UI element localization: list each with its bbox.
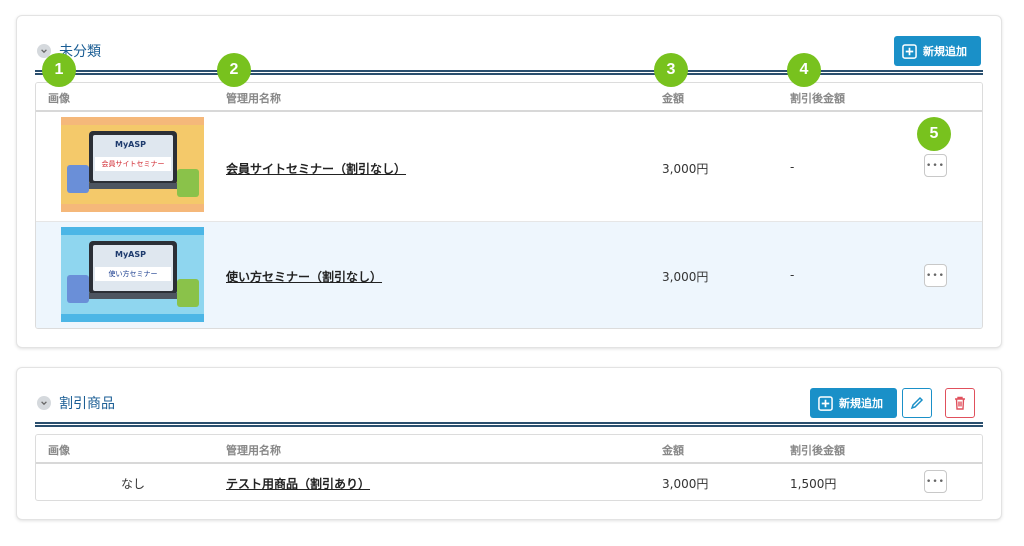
add-icon <box>818 395 833 411</box>
product-table: 画像 管理用名称 金額 割引後金額 MyASP 会員サイトセミナー 会員サイトセ… <box>35 82 983 329</box>
product-discount-price: 1,500円 <box>790 477 837 491</box>
col-name-header: 管理用名称 <box>226 92 281 105</box>
annotation-badge-5: 5 <box>917 117 951 151</box>
annotation-badge-2: 2 <box>217 53 251 87</box>
product-price: 3,000円 <box>662 477 709 491</box>
annotation-badge-1: 1 <box>42 53 76 87</box>
product-table: 画像 管理用名称 金額 割引後金額 なし テスト用商品（割引あり） 3,000円… <box>35 434 983 501</box>
category-title: 割引商品 <box>59 396 115 412</box>
product-name-link[interactable]: 使い方セミナー（割引なし） <box>226 268 382 285</box>
add-new-button[interactable]: 新規追加 <box>810 388 897 418</box>
col-price-header: 金額 <box>662 92 684 105</box>
category-panel-discount: 割引商品 新規追加 画像 管理用名称 金額 割引後金額 なし テスト用商品（割引… <box>16 367 1002 520</box>
trash-icon <box>955 396 965 410</box>
thumb-title: 会員サイトセミナー <box>95 157 171 171</box>
more-options-button[interactable]: ••• <box>924 154 947 177</box>
chevron-down-icon <box>37 396 51 410</box>
col-discount-header: 割引後金額 <box>790 444 845 457</box>
category-header[interactable]: 割引商品 <box>37 393 115 413</box>
category-divider <box>35 422 983 427</box>
col-name-header: 管理用名称 <box>226 444 281 457</box>
more-icon: ••• <box>926 160 945 171</box>
thumb-logo: MyASP <box>115 140 146 149</box>
col-image-header: 画像 <box>48 444 70 457</box>
product-price: 3,000円 <box>662 162 709 176</box>
category-divider <box>35 70 983 75</box>
table-row[interactable]: なし テスト用商品（割引あり） 3,000円 1,500円 ••• <box>36 464 982 500</box>
add-icon <box>902 43 917 59</box>
category-panel-uncategorized: 未分類 新規追加 画像 管理用名称 金額 割引後金額 MyASP 会員サイトセミ… <box>16 15 1002 348</box>
product-thumbnail[interactable]: MyASP 使い方セミナー <box>61 227 204 322</box>
more-options-button[interactable]: ••• <box>924 470 947 493</box>
add-new-label: 新規追加 <box>839 397 883 410</box>
col-image-header: 画像 <box>48 92 70 105</box>
table-row[interactable]: MyASP 会員サイトセミナー 会員サイトセミナー（割引なし） 3,000円 -… <box>36 112 982 222</box>
more-options-button[interactable]: ••• <box>924 264 947 287</box>
product-price: 3,000円 <box>662 270 709 284</box>
delete-category-button[interactable] <box>945 388 975 418</box>
product-thumbnail[interactable]: MyASP 会員サイトセミナー <box>61 117 204 212</box>
table-header: 画像 管理用名称 金額 割引後金額 <box>36 83 982 112</box>
edit-category-button[interactable] <box>902 388 932 418</box>
thumb-title: 使い方セミナー <box>95 267 171 281</box>
thumb-logo: MyASP <box>115 250 146 259</box>
annotation-badge-3: 3 <box>654 53 688 87</box>
pencil-icon <box>910 396 924 410</box>
annotation-badge-4: 4 <box>787 53 821 87</box>
more-icon: ••• <box>926 476 945 487</box>
more-icon: ••• <box>926 270 945 281</box>
table-row[interactable]: MyASP 使い方セミナー 使い方セミナー（割引なし） 3,000円 - ••• <box>36 222 982 328</box>
add-new-label: 新規追加 <box>923 45 967 58</box>
product-name-link[interactable]: テスト用商品（割引あり） <box>226 475 370 492</box>
col-discount-header: 割引後金額 <box>790 92 845 105</box>
product-discount-price: - <box>790 268 795 282</box>
col-price-header: 金額 <box>662 444 684 457</box>
product-discount-price: - <box>790 160 795 174</box>
no-image-text: なし <box>121 477 146 491</box>
add-new-button[interactable]: 新規追加 <box>894 36 981 66</box>
table-header: 画像 管理用名称 金額 割引後金額 <box>36 435 982 464</box>
product-name-link[interactable]: 会員サイトセミナー（割引なし） <box>226 160 406 177</box>
